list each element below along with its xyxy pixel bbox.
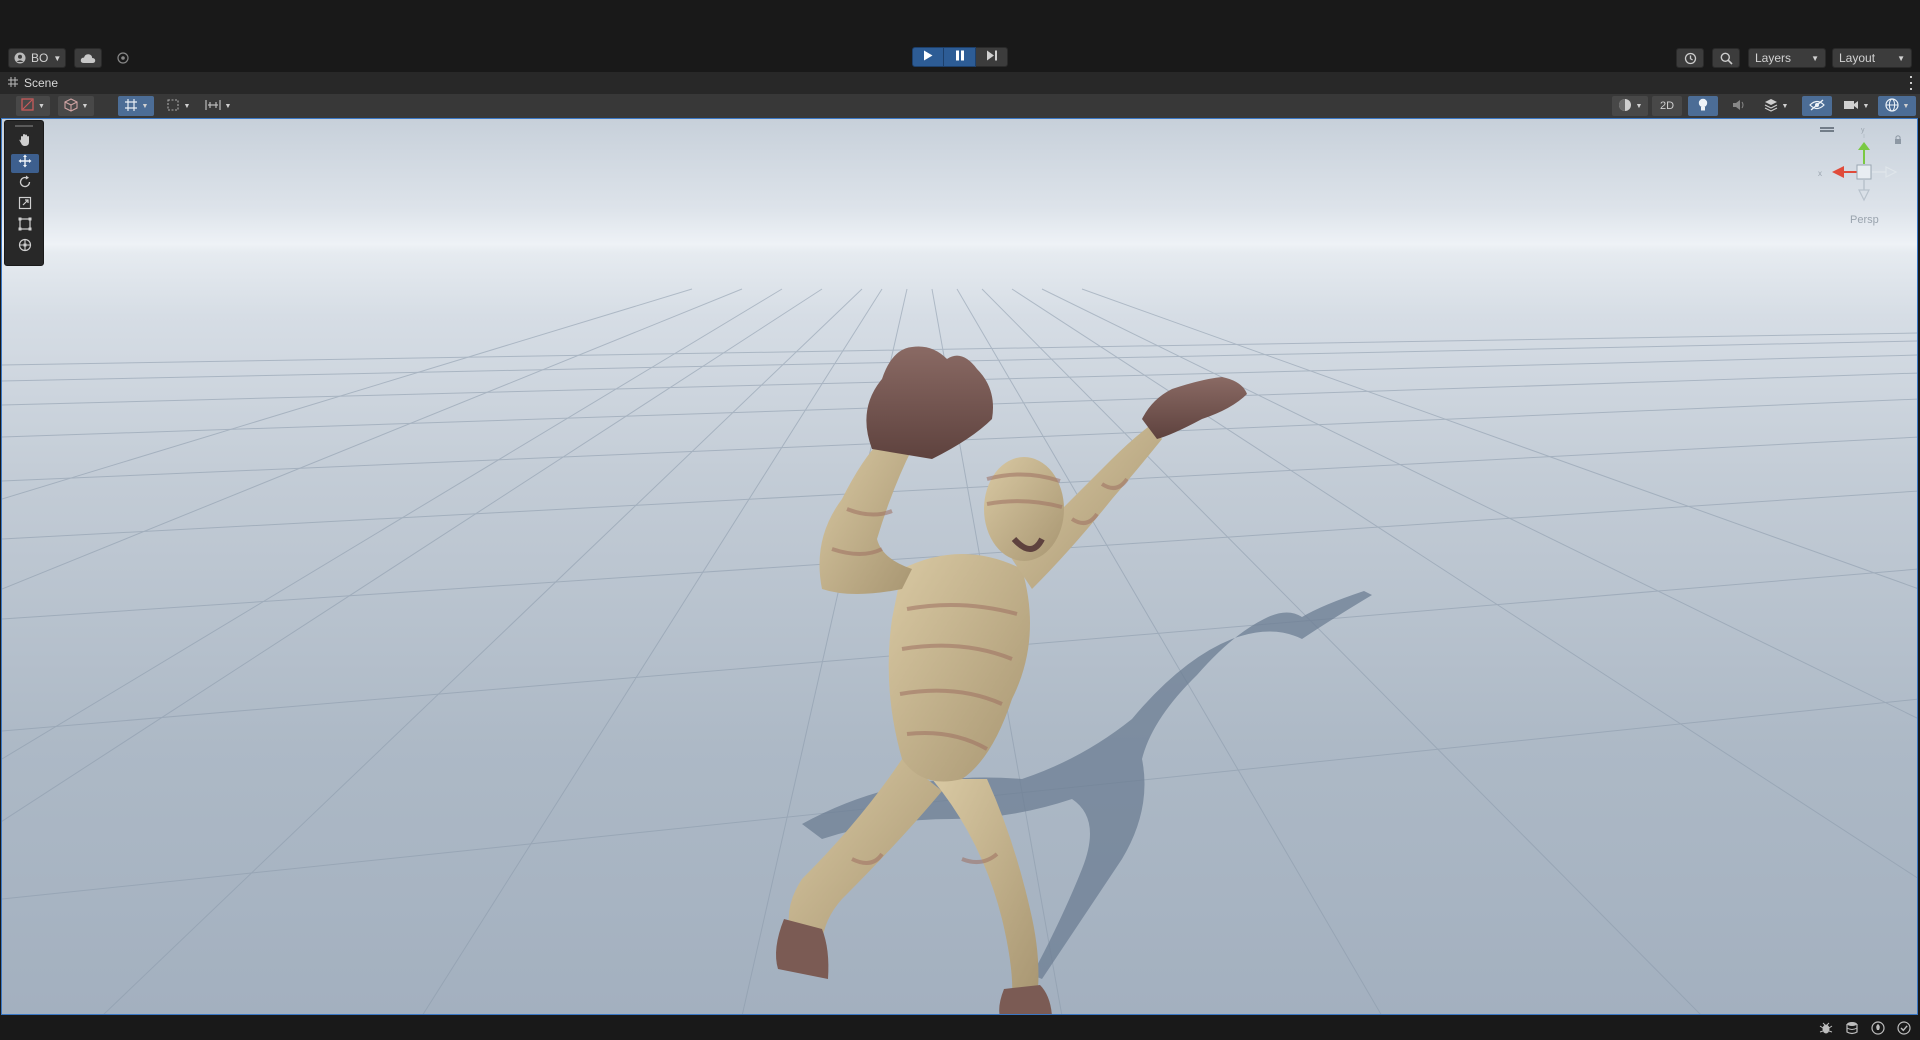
scene-viewport[interactable] xyxy=(1,118,1918,1015)
shading-dropdown[interactable]: ▼ xyxy=(58,96,94,116)
transform-icon xyxy=(18,238,32,257)
cloud-icon xyxy=(80,53,96,64)
more-options-icon[interactable] xyxy=(1908,76,1914,90)
rect-tool[interactable] xyxy=(11,217,39,236)
window-tab-bar: Scene xyxy=(0,72,1920,94)
rotate-icon xyxy=(18,175,32,194)
services-icon xyxy=(117,52,129,64)
lighting-button[interactable] xyxy=(1688,96,1718,116)
chevron-down-icon: ▼ xyxy=(81,102,89,110)
search-button[interactable] xyxy=(1712,48,1740,68)
eye-hidden-icon xyxy=(1809,99,1825,114)
chevron-down-icon: ▼ xyxy=(1862,102,1870,110)
scene-view-toolbar: ▼ ▼ ▼ ▼ ▼ ▼ 2D ▼ ▼ ▼ xyxy=(0,94,1920,119)
pause-button[interactable] xyxy=(944,47,976,67)
rotate-tool[interactable] xyxy=(11,175,39,194)
play-icon xyxy=(923,48,933,66)
camera-icon xyxy=(1843,99,1859,114)
chevron-down-icon: ▼ xyxy=(1897,53,1905,63)
draw-mode-icon xyxy=(21,98,34,114)
history-button[interactable] xyxy=(1676,48,1704,68)
status-bar xyxy=(0,1015,1920,1040)
effects-dropdown[interactable]: ▼ xyxy=(1758,96,1794,116)
move-icon xyxy=(18,154,32,173)
rect-icon xyxy=(18,217,32,236)
svg-text:y: y xyxy=(1861,127,1865,134)
camera-dropdown[interactable]: ▼ xyxy=(1838,96,1874,116)
gizmos-dropdown[interactable]: ▼ xyxy=(1878,96,1916,116)
user-icon xyxy=(14,52,26,64)
step-icon xyxy=(986,48,998,66)
playmode-controls xyxy=(912,47,1008,67)
chevron-down-icon: ▼ xyxy=(38,102,45,110)
lightbulb-icon[interactable] xyxy=(1870,1020,1886,1036)
hand-icon xyxy=(18,133,32,152)
toggle-button[interactable]: ▼ xyxy=(200,96,236,116)
cube-icon xyxy=(63,97,78,115)
check-circle-icon[interactable] xyxy=(1896,1020,1912,1036)
sphere-icon xyxy=(1618,98,1632,115)
layers-dropdown[interactable]: Layers ▼ xyxy=(1748,48,1826,68)
step-button[interactable] xyxy=(976,47,1008,67)
lightbulb-icon xyxy=(1698,98,1708,115)
audio-button[interactable] xyxy=(1724,96,1754,116)
main-toolbar: BO ▼ Layers ▼ Layout ▼ xyxy=(0,44,1920,72)
layout-label: Layout xyxy=(1839,51,1876,65)
move-tool[interactable] xyxy=(11,154,39,173)
chevron-down-icon: ▼ xyxy=(1781,102,1789,110)
shading-mode-dropdown[interactable]: ▼ xyxy=(1612,96,1648,116)
chevron-down-icon: ▼ xyxy=(1811,53,1819,63)
draw-mode-button[interactable]: ▼ xyxy=(16,96,50,116)
account-label: BO xyxy=(31,51,49,65)
account-dropdown[interactable]: BO ▼ xyxy=(8,48,66,68)
search-icon xyxy=(1720,52,1733,65)
mode-2d-button[interactable]: 2D xyxy=(1652,96,1682,116)
hand-tool[interactable] xyxy=(11,133,39,152)
overlay-drag-handle[interactable] xyxy=(15,125,33,127)
tab-scene-label: Scene xyxy=(24,76,59,90)
chevron-down-icon: ▼ xyxy=(1635,102,1643,110)
title-bar xyxy=(0,0,1920,44)
scale-icon xyxy=(18,196,32,215)
cloud-button[interactable] xyxy=(74,48,102,68)
toggle-icon xyxy=(204,99,221,114)
projection-label[interactable]: Persp xyxy=(1850,214,1879,226)
svg-text:x: x xyxy=(1818,169,1822,178)
history-icon xyxy=(1684,52,1697,65)
hidden-objects-button[interactable] xyxy=(1802,96,1832,116)
scene-render xyxy=(2,288,1917,1014)
layers-icon xyxy=(1764,98,1778,115)
layers-label: Layers xyxy=(1755,51,1792,65)
pause-icon xyxy=(955,48,965,66)
grid-snap-icon xyxy=(124,98,138,115)
globe-icon xyxy=(1884,97,1899,115)
layout-dropdown[interactable]: Layout ▼ xyxy=(1832,48,1912,68)
chevron-down-icon: ▼ xyxy=(183,102,191,110)
tools-overlay xyxy=(4,120,44,266)
scale-tool[interactable] xyxy=(11,196,39,215)
chevron-down-icon: ▼ xyxy=(53,53,62,63)
chevron-down-icon: ▼ xyxy=(224,102,232,110)
increment-snap-icon xyxy=(166,98,180,115)
increment-snap-button[interactable]: ▼ xyxy=(160,96,196,116)
scene-grid-icon xyxy=(8,76,18,90)
grid-snap-button[interactable]: ▼ xyxy=(118,96,154,116)
chevron-down-icon: ▼ xyxy=(1902,102,1910,110)
audio-icon xyxy=(1732,99,1746,114)
lock-icon xyxy=(1895,135,1901,144)
play-button[interactable] xyxy=(912,47,944,67)
transform-tool[interactable] xyxy=(11,238,39,257)
chevron-down-icon: ▼ xyxy=(141,102,149,110)
database-icon[interactable] xyxy=(1844,1020,1860,1036)
bug-icon[interactable] xyxy=(1818,1020,1834,1036)
services-button[interactable] xyxy=(110,48,136,68)
tab-scene[interactable]: Scene xyxy=(0,72,68,94)
